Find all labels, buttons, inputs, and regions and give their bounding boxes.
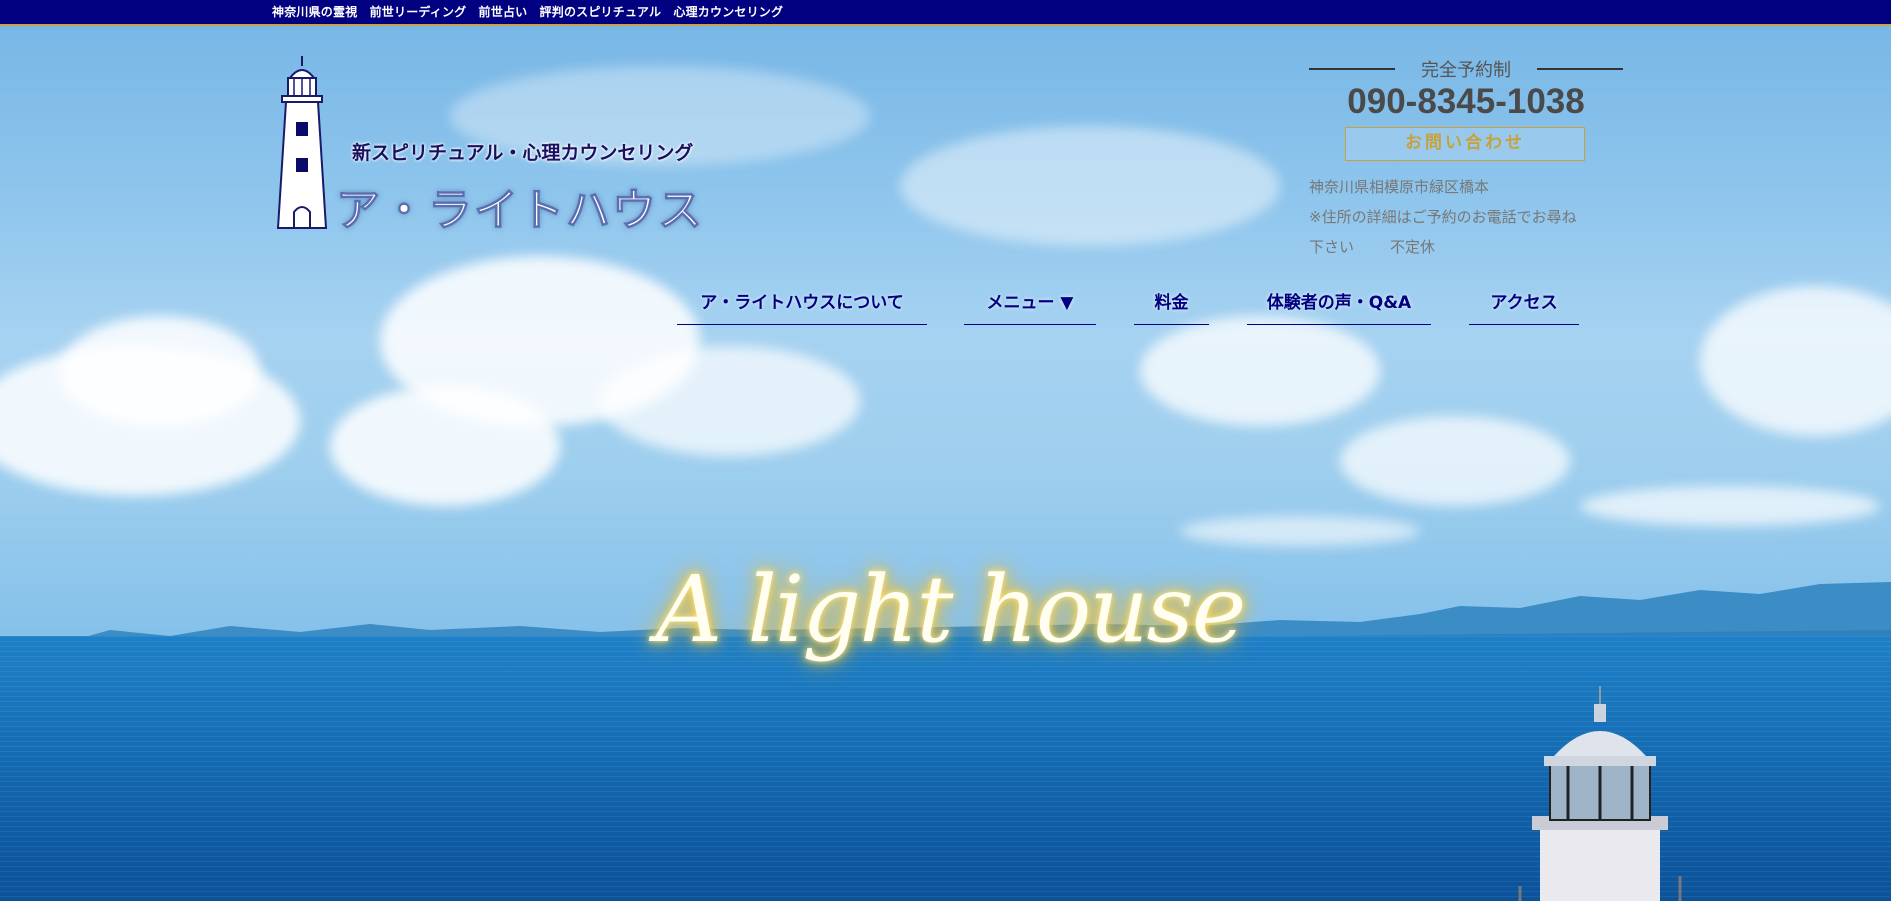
- cloud: [1140, 316, 1380, 426]
- address-info: 神奈川県相模原市緑区橋本 ※住所の詳細はご予約のお電話でお尋ね 下さい 不定休: [1309, 172, 1629, 262]
- business-hours: 不定休: [1390, 238, 1436, 256]
- top-banner-text: 神奈川県の霊視 前世リーディング 前世占い 評判のスピリチュアル 心理カウンセリ…: [272, 5, 784, 19]
- site-logo[interactable]: 新スピリチュアル・心理カウンセリング ア・ライトハウス: [272, 56, 703, 237]
- nav-menu-dropdown[interactable]: メニュー ▼: [964, 288, 1096, 325]
- nav-access[interactable]: アクセス: [1469, 288, 1579, 325]
- cloud: [1340, 416, 1570, 506]
- lighthouse-photo: [1518, 686, 1682, 901]
- cloud: [60, 316, 260, 426]
- script-title-text: A light house: [655, 556, 1246, 663]
- cloud: [600, 346, 860, 456]
- cloud: [330, 386, 560, 506]
- lighthouse-icon: [276, 56, 328, 229]
- address-line: 神奈川県相模原市緑区橋本: [1309, 178, 1490, 196]
- top-banner: 神奈川県の霊視 前世リーディング 前世占い 評判のスピリチュアル 心理カウンセリ…: [0, 0, 1891, 26]
- address-note-end: 下さい: [1309, 238, 1355, 256]
- reservation-label: 完全予約制: [1421, 60, 1511, 81]
- address-note-cont: 下さい 不定休: [1309, 232, 1629, 262]
- nav-about[interactable]: ア・ライトハウスについて: [677, 288, 927, 325]
- hero-script-title: A light house: [630, 526, 1270, 696]
- phone-number[interactable]: 090-8345-1038: [1309, 82, 1623, 122]
- nav-testimonials-qa[interactable]: 体験者の声・Q&A: [1247, 288, 1431, 325]
- cloud: [1580, 486, 1880, 526]
- cloud: [900, 126, 1280, 246]
- reservation-header: 完全予約制: [1309, 56, 1623, 81]
- address-note: ※住所の詳細はご予約のお電話でお尋ね: [1309, 208, 1577, 226]
- logo-name: ア・ライトハウス: [336, 185, 704, 237]
- inquiry-button[interactable]: お問い合わせ: [1345, 127, 1585, 161]
- logo-subtitle: 新スピリチュアル・心理カウンセリング: [352, 142, 694, 164]
- nav-pricing[interactable]: 料金: [1134, 288, 1209, 325]
